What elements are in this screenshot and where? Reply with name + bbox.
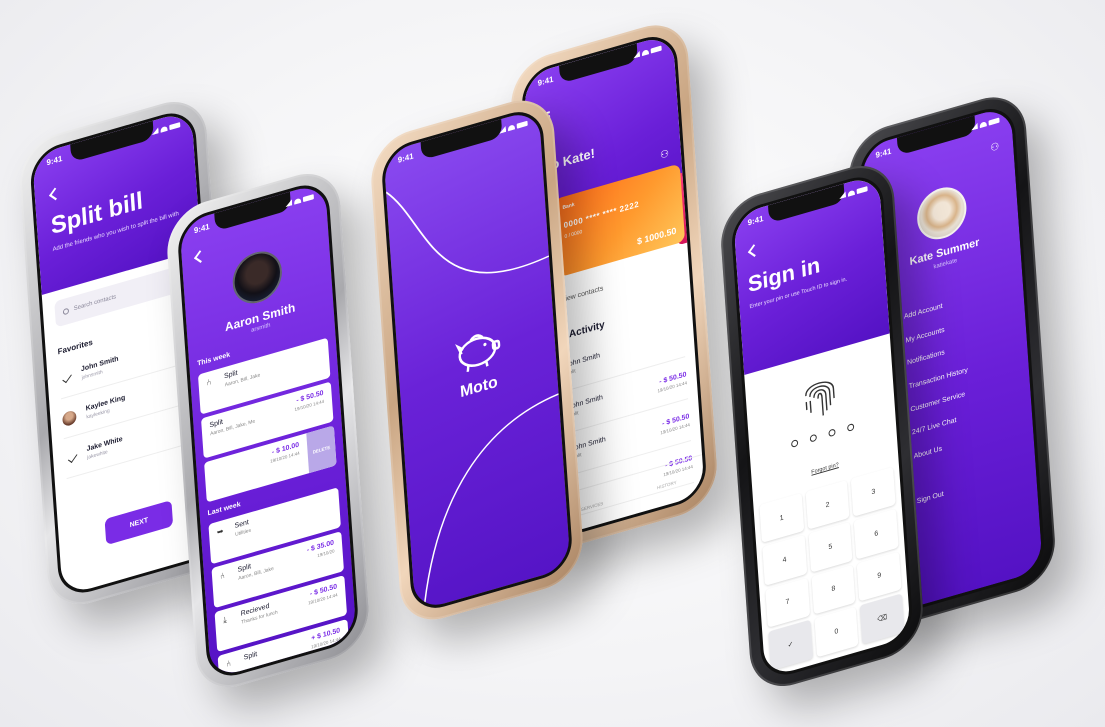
split-icon: ⑃ xyxy=(225,658,232,669)
profile-settings-icon[interactable]: ⚇ xyxy=(660,148,670,162)
search-placeholder: Search contacts xyxy=(73,294,117,313)
numeric-keypad: 1 2 3 4 5 6 7 8 9 ✓ 0 ⌫ xyxy=(759,466,905,671)
split-icon: ⑃ xyxy=(206,377,212,388)
section-this-week: This week xyxy=(196,351,231,368)
split-icon: ⑃ xyxy=(219,570,226,582)
backspace-key-icon[interactable]: ⌫ xyxy=(859,593,905,645)
mockup-stage: 9:41 Split bill Add the friends who you … xyxy=(0,0,1105,727)
sign-out-button[interactable]: Sign Out xyxy=(902,468,1022,509)
card-balance: $ 1000.50 xyxy=(636,225,677,247)
received-icon: ⤓ xyxy=(222,614,227,625)
key-0[interactable]: 0 xyxy=(814,606,859,658)
greeting: o Kate! xyxy=(550,145,596,173)
avatar xyxy=(915,181,969,246)
status-bar: 9:41 xyxy=(875,114,1000,161)
search-icon xyxy=(62,307,70,316)
menu-item-label: 24/7 Live Chat xyxy=(911,416,957,437)
page-title: Split bill xyxy=(50,186,144,241)
key-7[interactable]: 7 xyxy=(765,577,810,628)
avatar xyxy=(62,408,77,427)
delete-button[interactable]: DELETE xyxy=(306,425,337,474)
check-icon[interactable] xyxy=(67,452,78,463)
phone-splash: 9:41 Moto xyxy=(368,90,586,630)
key-2[interactable]: 2 xyxy=(805,479,850,531)
menu-item-label: Transaction History xyxy=(908,366,969,391)
key-3[interactable]: 3 xyxy=(851,466,896,517)
key-9[interactable]: 9 xyxy=(856,550,902,602)
status-icons xyxy=(971,117,1000,131)
status-bar: 9:41 xyxy=(193,190,314,236)
menu-item-label: My Accounts xyxy=(905,326,945,345)
view-contacts-link[interactable]: View contacts xyxy=(561,285,604,304)
menu-item-label: Notifications xyxy=(906,348,945,367)
menu-item-label: Customer Service xyxy=(910,390,966,414)
tab-history[interactable]: HISTORY xyxy=(657,480,677,491)
tab-services[interactable]: SERVICES xyxy=(581,501,604,512)
key-5[interactable]: 5 xyxy=(808,521,853,573)
key-6[interactable]: 6 xyxy=(854,508,899,560)
key-4[interactable]: 4 xyxy=(762,535,807,586)
avatar xyxy=(230,245,284,310)
phone-contact-profile: 9:41 Aaron Smith arsmith This week ⑃ Spl… xyxy=(164,163,372,698)
phone-sign-in: 9:41 Sign in Enter your pin or use Touch… xyxy=(718,155,926,697)
menu-item-label: About Us xyxy=(913,444,943,460)
section-last-week: Last week xyxy=(207,501,241,518)
profile-settings-icon[interactable]: ⚇ xyxy=(990,141,1000,155)
check-icon[interactable] xyxy=(62,372,72,384)
confirm-key-icon[interactable]: ✓ xyxy=(768,619,813,671)
back-icon[interactable] xyxy=(48,187,62,201)
key-1[interactable]: 1 xyxy=(759,492,804,544)
key-8[interactable]: 8 xyxy=(811,564,856,615)
back-icon[interactable] xyxy=(747,244,761,257)
next-button[interactable]: NEXT xyxy=(104,500,174,546)
menu-item-label: Add Account xyxy=(903,302,943,321)
sent-icon: ➥ xyxy=(216,526,224,538)
fingerprint-icon[interactable] xyxy=(799,366,842,423)
sign-out-label: Sign Out xyxy=(916,490,944,506)
back-icon[interactable] xyxy=(193,250,207,263)
status-time: 9:41 xyxy=(193,221,210,235)
status-time: 9:41 xyxy=(875,146,892,160)
